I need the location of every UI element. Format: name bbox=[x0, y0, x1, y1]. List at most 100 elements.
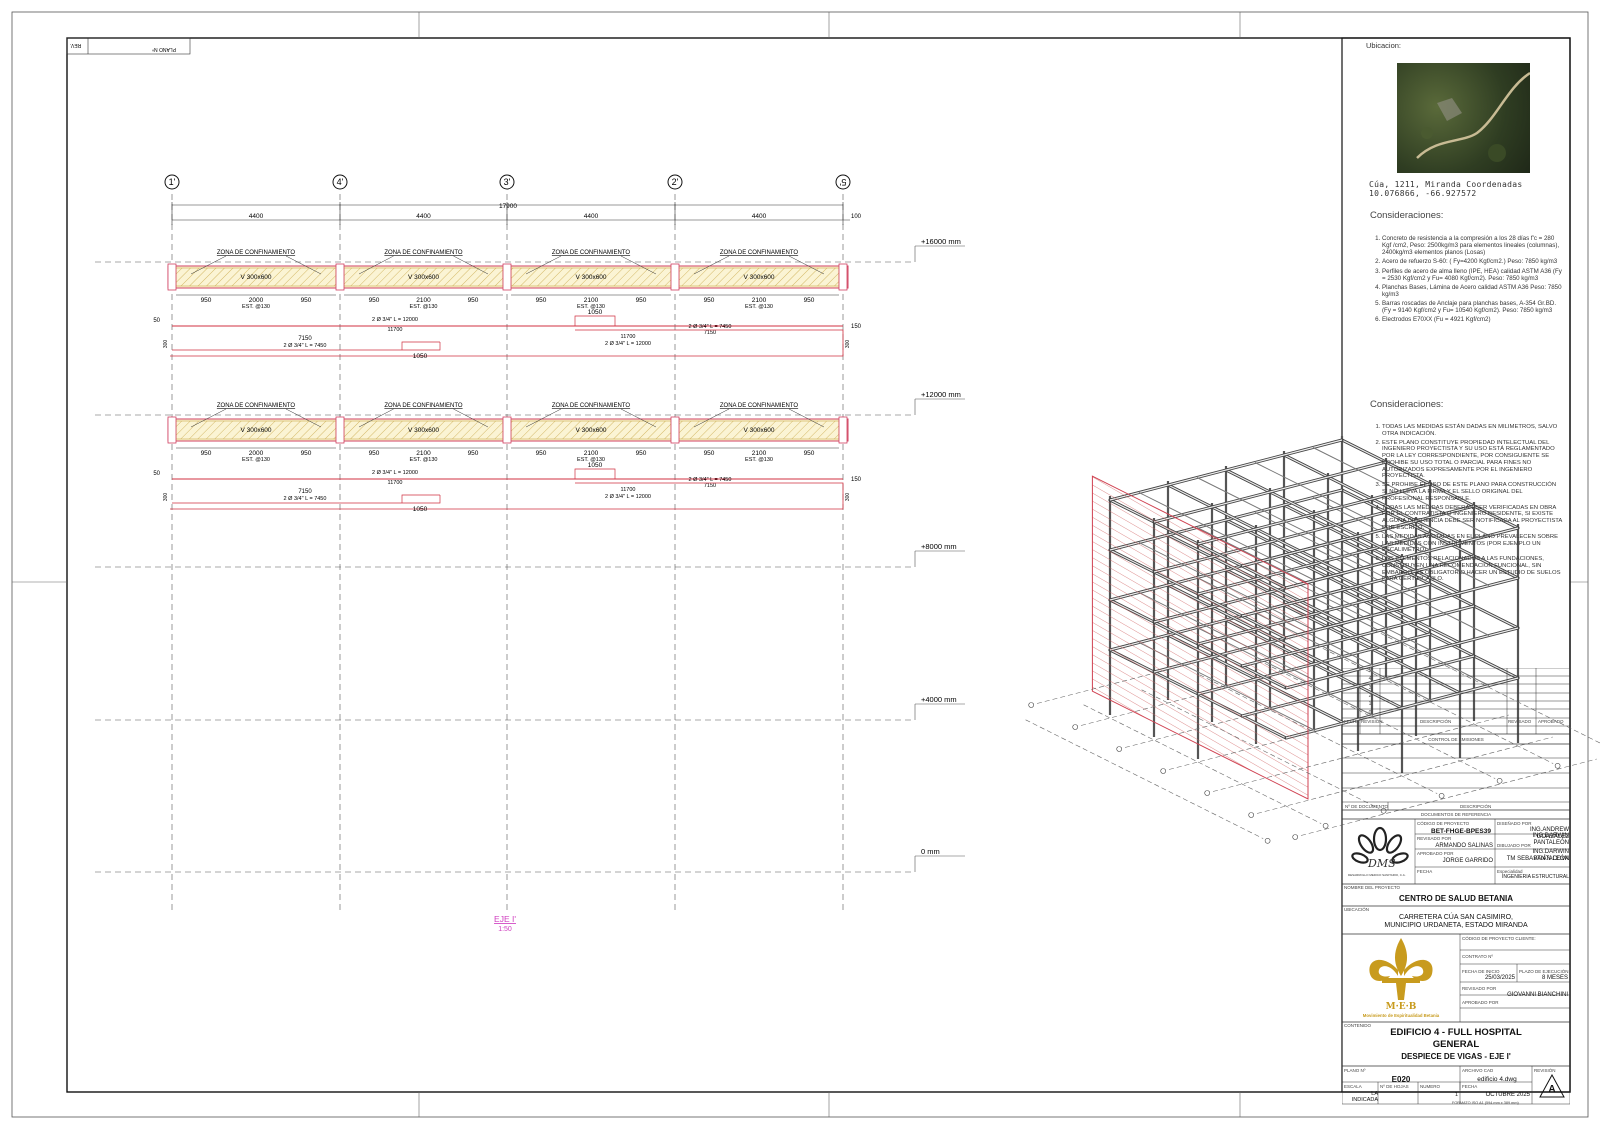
dim-950: 950 bbox=[468, 297, 479, 304]
lap-box bbox=[574, 315, 616, 326]
column-stub bbox=[502, 416, 512, 444]
axis-label: 3' bbox=[504, 177, 511, 187]
dibujado-label: DIBUJADO POR bbox=[1497, 843, 1531, 848]
bar-dim: 11700 bbox=[621, 334, 636, 340]
level-label: +16000 mm bbox=[921, 237, 961, 246]
plazo: 8 MESES bbox=[1541, 975, 1568, 981]
dim-total: 17900 bbox=[499, 203, 517, 210]
consideracion-item: ESTE PLANO CONSTITUYE PROPIEDAD INTELECT… bbox=[1382, 440, 1563, 481]
revision-number: 2 bbox=[1368, 692, 1372, 699]
dim-950: 950 bbox=[201, 450, 212, 457]
dim-1050: 1050 bbox=[413, 353, 428, 360]
dim-300: 300 bbox=[163, 340, 169, 349]
disenado-label: DISEÑADO POR bbox=[1497, 821, 1532, 826]
archivo: edificio 4.dwg bbox=[1477, 1076, 1517, 1083]
revision-label: REVISIÓN bbox=[1534, 1068, 1556, 1073]
est-label: EST. @130 bbox=[745, 457, 773, 463]
ubicacion-label: Ubicacion: bbox=[1366, 41, 1402, 50]
rebar-bottom-loop bbox=[170, 329, 844, 357]
est-label: EST. @130 bbox=[242, 457, 270, 463]
dim-mid: 2100 bbox=[752, 297, 767, 304]
zona-label: ZONA DE CONFINAMIENTO bbox=[552, 403, 631, 409]
est-label: EST. @130 bbox=[410, 457, 438, 463]
dim-end: 100 bbox=[851, 214, 862, 220]
contrato-label: CONTRATO Nº bbox=[1462, 954, 1493, 959]
dim-950: 950 bbox=[369, 450, 380, 457]
revision-number: 4 bbox=[1368, 676, 1372, 683]
dim-950: 950 bbox=[704, 297, 715, 304]
revisado: ARMANDO SALINAS bbox=[1435, 843, 1493, 849]
aprobado2-label: APROBADO POR bbox=[1462, 1000, 1499, 1005]
dim-950: 950 bbox=[804, 297, 815, 304]
dim-950: 950 bbox=[369, 297, 380, 304]
consideraciones-title-2: Consideraciones: bbox=[1370, 399, 1444, 410]
rebar-bottom-loop bbox=[170, 482, 844, 510]
column-stub bbox=[335, 263, 345, 291]
zona-label: ZONA DE CONFINAMIENTO bbox=[217, 403, 296, 409]
revisado2-label: REVISADO POR bbox=[1462, 986, 1497, 991]
aprobado: JORGE GARRIDO bbox=[1442, 858, 1493, 864]
lap-box bbox=[574, 468, 616, 479]
zona-label: ZONA DE CONFINAMIENTO bbox=[217, 250, 296, 256]
dim-150: 150 bbox=[851, 324, 862, 330]
dim-mid: 2000 bbox=[249, 297, 264, 304]
beam-label: V 300x600 bbox=[743, 427, 774, 434]
view-title: EJE I' bbox=[494, 914, 516, 924]
level-label: 0 mm bbox=[921, 847, 940, 856]
doc-header-desc: DESCRIPCIÓN bbox=[1460, 804, 1492, 809]
revision-header: DESCRIPCIÓN bbox=[1420, 719, 1452, 724]
iso-axis-bubble bbox=[1292, 834, 1298, 840]
dim-mid: 2100 bbox=[416, 297, 431, 304]
bar-dim: 11700 bbox=[621, 487, 636, 493]
est-label: EST. @130 bbox=[410, 304, 438, 310]
dim-950: 950 bbox=[536, 450, 547, 457]
consideracion-item: LOS ELEMENTOS RELACIONADOS A LAS FUNDACI… bbox=[1382, 556, 1563, 583]
revision-header: REVISIÓN bbox=[1361, 719, 1383, 724]
dim-950: 950 bbox=[301, 297, 312, 304]
axis-label: 1' bbox=[169, 177, 176, 187]
iso-axis-bubble bbox=[1160, 768, 1166, 774]
column-stub bbox=[167, 416, 177, 444]
consideraciones-title-1: Consideraciones: bbox=[1370, 210, 1444, 221]
beam-label: V 300x600 bbox=[575, 274, 606, 281]
iso-axis-bubble bbox=[1248, 812, 1254, 818]
column-stub bbox=[838, 416, 848, 444]
dim-mid: 2100 bbox=[416, 450, 431, 457]
dim-mid: 2100 bbox=[752, 450, 767, 457]
bar-dim: 7150 bbox=[298, 489, 312, 495]
bar-label: 2 Ø 3/4" L = 12000 bbox=[605, 341, 651, 347]
dim-span: 4400 bbox=[249, 213, 264, 220]
corner-rev-label: REV. bbox=[70, 42, 81, 48]
escala: LA INDICADA bbox=[1351, 1091, 1378, 1104]
dibujado-2: TM SEBASTIÁN COVA bbox=[1506, 856, 1569, 862]
consideracion-item: SE PROHIBE EL USO DE ESTE PLANO PARA CON… bbox=[1382, 482, 1563, 502]
bar-label: 2 Ø 3/4" L = 12000 bbox=[372, 317, 418, 323]
beam-label: V 300x600 bbox=[743, 274, 774, 281]
dms-logo-text: DMS bbox=[1368, 857, 1396, 870]
ubicacion2-label: UBICACIÓN bbox=[1344, 907, 1370, 912]
dim-1050: 1050 bbox=[588, 309, 603, 316]
consideracion-item: Concreto de resistencia a la compresión … bbox=[1382, 235, 1563, 256]
titulo-1: EDIFICIO 4 - FULL HOSPITAL bbox=[1390, 1027, 1522, 1038]
bar-dim: 11700 bbox=[388, 327, 403, 333]
ubicacion-1: CARRETERA CÚA SAN CASIMIRO, bbox=[1399, 914, 1513, 921]
dim-950: 950 bbox=[536, 297, 547, 304]
aprobado-label: APROBADO POR bbox=[1417, 851, 1454, 856]
zona-label: ZONA DE CONFINAMIENTO bbox=[720, 250, 799, 256]
bar-label: 2 Ø 3/4" L = 7450 bbox=[284, 343, 327, 349]
revision-header: REVISADO bbox=[1508, 719, 1532, 724]
revisado2: GIOVANNI BIANCHINI bbox=[1507, 992, 1568, 998]
beam-label: V 300x600 bbox=[575, 427, 606, 434]
dim-span: 4400 bbox=[416, 213, 431, 220]
dim-mid: 2100 bbox=[584, 297, 599, 304]
dim-950: 950 bbox=[636, 297, 647, 304]
est-label: EST. @130 bbox=[242, 304, 270, 310]
consideracion-item: TODAS LAS MEDIDAS ESTÁN DADAS EN MILIMET… bbox=[1382, 424, 1563, 438]
docs-referencia: DOCUMENTOS DE REFERENCIA bbox=[1420, 812, 1492, 817]
iso-axis-bubble bbox=[1322, 822, 1329, 829]
fecha-inicio-label: FECHA DE INICIO bbox=[1462, 969, 1500, 974]
consideracion-item: Perfiles de acero de alma lleno (IPE, HE… bbox=[1382, 268, 1563, 282]
consideraciones-list-2: TODAS LAS MEDIDAS ESTÁN DADAS EN MILIMET… bbox=[1368, 424, 1563, 585]
zona-label: ZONA DE CONFINAMIENTO bbox=[384, 403, 463, 409]
column-stub bbox=[670, 263, 680, 291]
